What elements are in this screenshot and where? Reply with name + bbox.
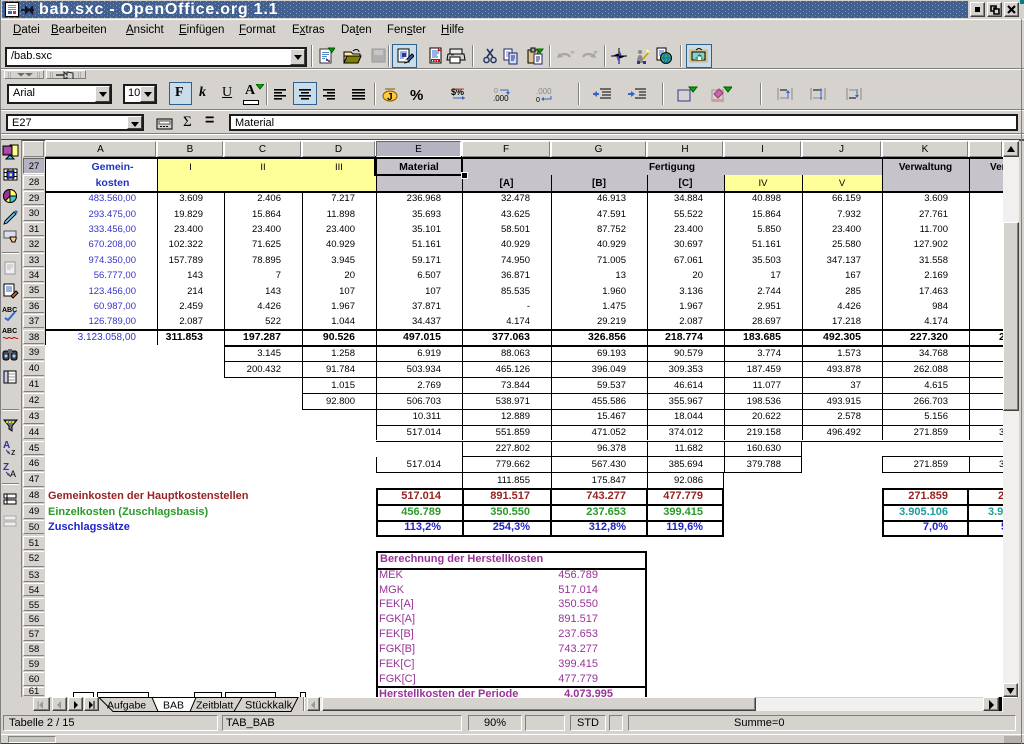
svg-text:BAB: BAB [163, 700, 184, 712]
svg-text:Aufgabe: Aufgabe [107, 700, 146, 712]
svg-text:Z: Z [3, 462, 9, 473]
svg-text:z: z [11, 447, 16, 456]
svg-text:A: A [3, 440, 10, 451]
svg-text:Zeitblatt: Zeitblatt [196, 700, 233, 712]
svg-text:A: A [10, 469, 16, 478]
svg-text:Stückkalk: Stückkalk [245, 700, 293, 712]
svg-text:ABC: ABC [2, 328, 17, 335]
